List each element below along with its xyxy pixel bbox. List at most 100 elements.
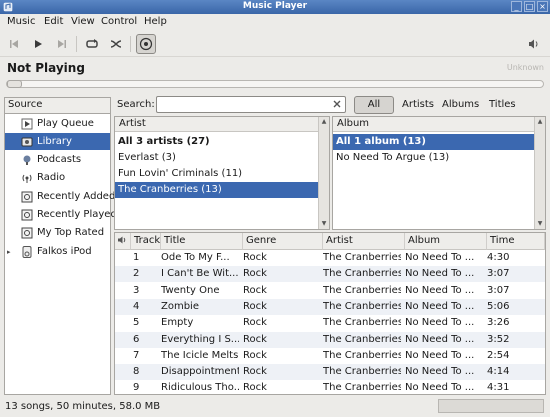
track-title-cell: Disappointment — [161, 366, 239, 378]
toolbar — [0, 31, 550, 57]
column-header-album[interactable]: Album — [405, 233, 487, 250]
track-artist-cell: The Cranberries — [323, 284, 401, 296]
toolbar-separator — [130, 36, 131, 52]
scroll-up-icon[interactable]: ▲ — [536, 118, 544, 126]
source-item-recently-played[interactable]: Recently Played — [5, 206, 117, 223]
album-scrollbar[interactable]: ▲ ▼ — [534, 117, 545, 229]
track-genre-cell: Rock — [243, 382, 267, 394]
source-item-play-queue[interactable]: Play Queue — [5, 115, 110, 132]
source-item-label: Recently Played — [37, 209, 117, 220]
ipod-icon — [20, 245, 33, 258]
artist-browser: Artist All 3 artists (27) Everlast (3) F… — [114, 116, 330, 230]
artist-column-header[interactable]: Artist — [115, 117, 329, 132]
seek-bar[interactable] — [6, 80, 544, 88]
previous-icon — [10, 40, 18, 48]
repeat-icon — [86, 39, 98, 48]
track-artist-cell: The Cranberries — [323, 333, 401, 345]
filter-titles-button[interactable]: Titles — [489, 99, 516, 110]
podcast-icon — [20, 153, 33, 166]
maximize-button[interactable]: □ — [524, 1, 535, 12]
clear-search-icon[interactable] — [332, 99, 342, 109]
source-item-ipod[interactable]: ▸ Falkos iPod — [5, 243, 110, 260]
shuffle-button[interactable] — [106, 34, 126, 54]
track-genre-cell: Rock — [243, 317, 267, 329]
next-button[interactable] — [52, 34, 72, 54]
now-playing-artist: Unknown — [506, 63, 544, 72]
playing-column-header[interactable] — [115, 233, 131, 250]
track-album-cell: No Need To ... — [405, 317, 475, 329]
source-list: Play Queue Library Podcasts Radio Recent… — [4, 113, 117, 395]
album-column-header[interactable]: Album — [333, 117, 545, 132]
status-progress — [438, 399, 544, 413]
track-row[interactable]: 5 Empty Rock The Cranberries No Need To ... 3… — [115, 315, 545, 331]
menu-edit[interactable]: Edit — [44, 16, 63, 27]
previous-button[interactable] — [4, 34, 24, 54]
play-button[interactable] — [28, 34, 48, 54]
track-row[interactable]: 2 I Can't Be Wit... Rock The Cranberries No … — [115, 266, 545, 283]
menu-view[interactable]: View — [71, 16, 95, 27]
library-icon — [20, 135, 33, 148]
minimize-button[interactable]: _ — [511, 1, 522, 12]
track-title-cell: Ridiculous Tho... — [161, 382, 239, 394]
track-title-cell: Empty — [161, 317, 194, 329]
menu-help[interactable]: Help — [144, 16, 167, 27]
artist-row[interactable]: Fun Lovin' Criminals (11) — [115, 166, 245, 182]
column-header-title[interactable]: Title — [161, 233, 243, 250]
artist-row[interactable]: Everlast (3) — [115, 150, 179, 166]
filter-artists-button[interactable]: Artists — [402, 99, 434, 110]
column-header-time[interactable]: Time — [487, 233, 545, 250]
expander-icon[interactable]: ▸ — [7, 248, 11, 256]
track-row[interactable]: 6 Everything I S... Rock The Cranberries No … — [115, 331, 545, 348]
source-item-recently-added[interactable]: Recently Added — [5, 188, 115, 205]
track-row[interactable]: 3 Twenty One Rock The Cranberries No Need To… — [115, 283, 545, 299]
track-title-cell: The Icicle Melts — [161, 349, 239, 361]
column-header-genre[interactable]: Genre — [243, 233, 323, 250]
source-item-label: Podcasts — [37, 154, 82, 165]
track-number-cell: 3 — [133, 284, 140, 296]
volume-button[interactable] — [524, 34, 544, 54]
source-item-top-rated[interactable]: My Top Rated — [5, 224, 110, 241]
track-album-cell: No Need To ... — [405, 252, 475, 263]
browse-toggle-button[interactable] — [136, 34, 156, 54]
track-title-cell: I Can't Be Wit... — [161, 268, 239, 280]
seek-handle[interactable] — [7, 80, 22, 88]
menu-music[interactable]: Music — [7, 16, 35, 27]
track-row[interactable]: 9 Ridiculous Tho... Rock The Cranberries No … — [115, 380, 545, 394]
track-genre-cell: Rock — [243, 252, 267, 263]
artist-row[interactable]: The Cranberries (13) — [115, 182, 318, 198]
source-item-label: Play Queue — [37, 118, 94, 129]
album-row[interactable]: No Need To Argue (13) — [333, 150, 452, 166]
track-title-cell: Zombie — [161, 300, 199, 312]
source-item-radio[interactable]: Radio — [5, 169, 110, 186]
speaker-icon — [118, 236, 126, 244]
column-header-track[interactable]: Track — [131, 233, 161, 250]
track-album-cell: No Need To ... — [405, 284, 475, 296]
track-time-cell: 4:30 — [487, 252, 510, 263]
track-artist-cell: The Cranberries — [323, 366, 401, 378]
toolbar-separator — [76, 36, 77, 52]
scroll-down-icon[interactable]: ▼ — [320, 220, 328, 228]
filter-albums-button[interactable]: Albums — [442, 99, 479, 110]
scroll-up-icon[interactable]: ▲ — [320, 118, 328, 126]
source-item-label: Recently Added — [37, 191, 116, 202]
track-row[interactable]: 1 Ode To My F... Rock The Cranberries No Nee… — [115, 250, 545, 266]
status-text: 13 songs, 50 minutes, 58.0 MB — [5, 401, 161, 412]
album-row[interactable]: All 1 album (13) — [333, 134, 534, 150]
menu-control[interactable]: Control — [101, 16, 137, 27]
source-item-podcasts[interactable]: Podcasts — [5, 151, 110, 168]
column-header-artist[interactable]: Artist — [323, 233, 405, 250]
track-row[interactable]: 4 Zombie Rock The Cranberries No Need To ...… — [115, 298, 545, 315]
track-row[interactable]: 7 The Icicle Melts Rock The Cranberries No N… — [115, 348, 545, 364]
filter-all-button[interactable]: All — [354, 96, 394, 114]
track-number-cell: 5 — [133, 317, 140, 329]
track-title-cell: Everything I S... — [161, 333, 239, 345]
track-time-cell: 2:54 — [487, 349, 510, 361]
repeat-button[interactable] — [82, 34, 102, 54]
scroll-down-icon[interactable]: ▼ — [536, 220, 544, 228]
source-item-library[interactable]: Library — [5, 133, 110, 150]
search-input[interactable] — [156, 96, 346, 113]
track-row[interactable]: 8 Disappointment Rock The Cranberries No Nee… — [115, 364, 545, 381]
close-button[interactable]: × — [537, 1, 548, 12]
artist-row[interactable]: All 3 artists (27) — [115, 134, 213, 150]
artist-scrollbar[interactable]: ▲ ▼ — [318, 117, 329, 229]
